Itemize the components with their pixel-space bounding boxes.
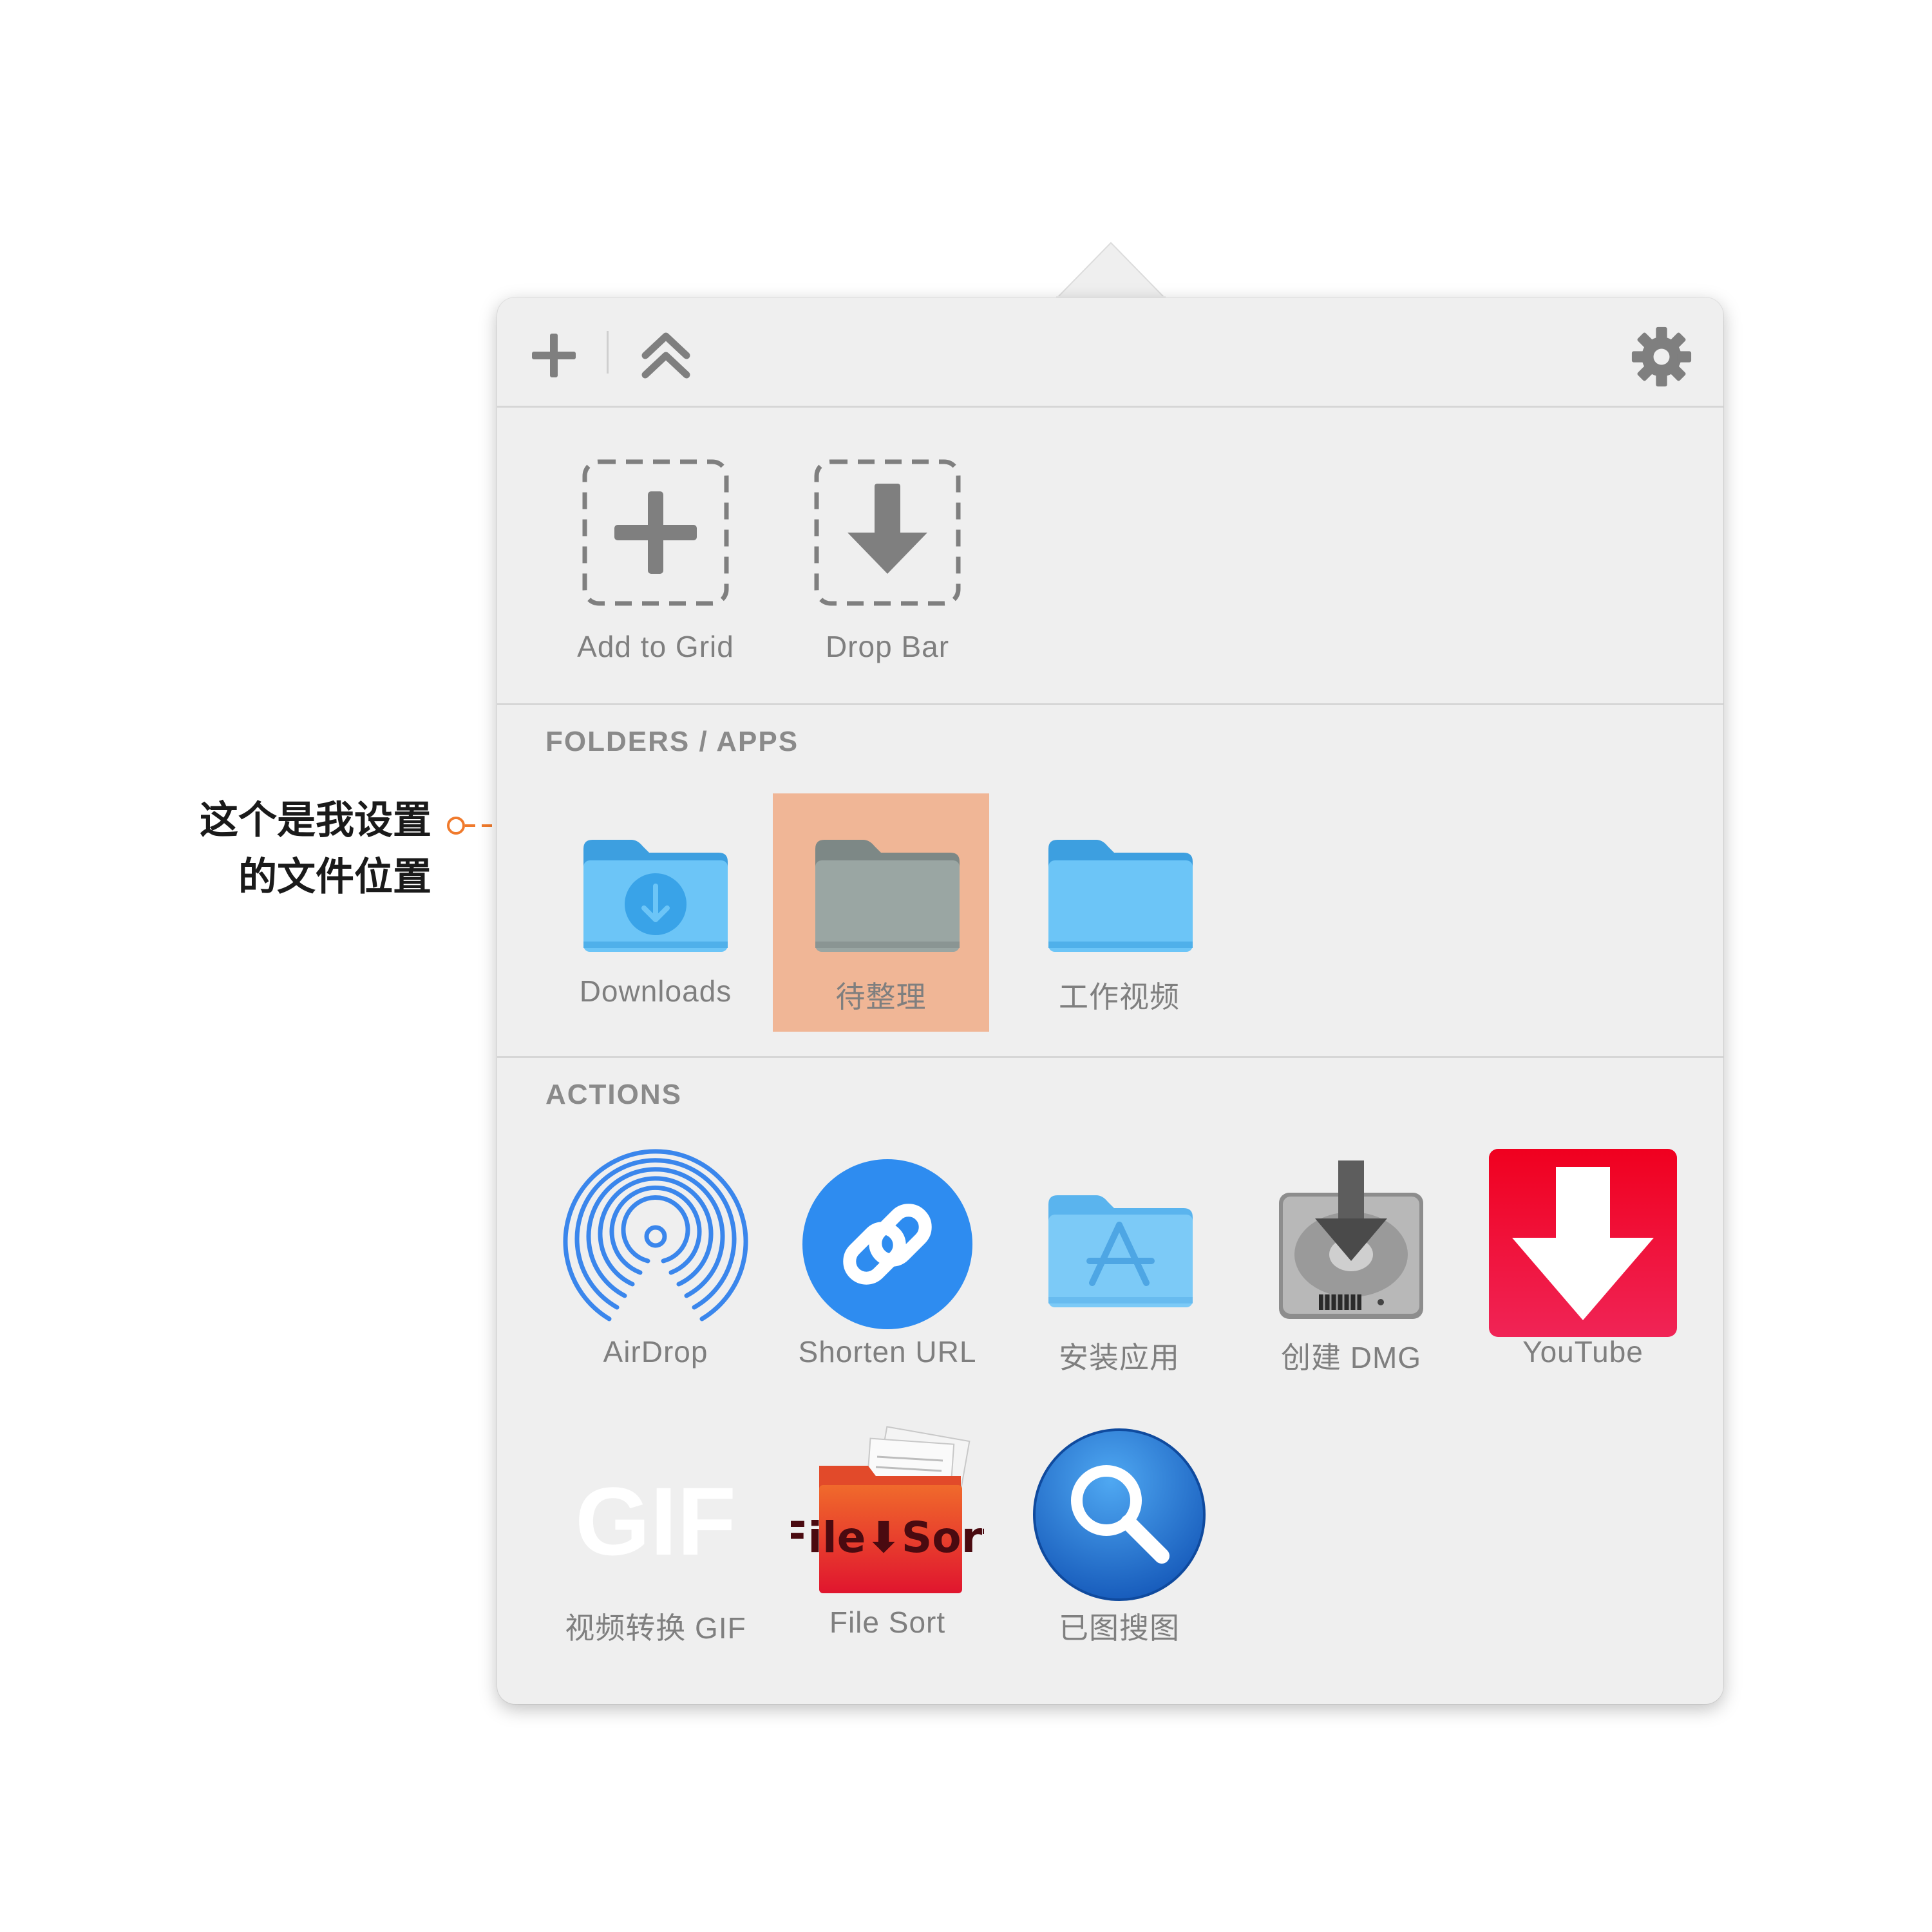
airdrop-tile[interactable]: AirDrop: [559, 1148, 752, 1379]
image-search-tile[interactable]: 已图搜图: [1023, 1418, 1216, 1650]
annotation-callout: 这个是我设置 的文件位置: [155, 792, 431, 905]
add-to-grid-label: Add to Grid: [577, 630, 734, 663]
gongzuoshipin-folder-label: 工作视频: [1059, 980, 1180, 1014]
toolbar: [497, 298, 1723, 407]
dashed-download-icon: [814, 459, 961, 606]
applications-folder-icon: [1048, 1195, 1193, 1307]
daizhengli-folder-label: 待整理: [835, 980, 927, 1014]
folders-section-title: FOLDERS / APPS: [545, 726, 799, 757]
double-chevron-up-icon[interactable]: [640, 330, 692, 381]
file-sort-icon: File⬇Sort: [791, 1426, 984, 1593]
magnifier-icon: [1033, 1428, 1206, 1601]
install-app-label: 安装应用: [1059, 1341, 1180, 1374]
image-search-label: 已图搜图: [1059, 1611, 1180, 1645]
disk-image-icon: [1279, 1160, 1423, 1319]
gongzuoshipin-folder-tile[interactable]: 工作视频: [1023, 792, 1216, 1024]
dashed-plus-icon: [582, 459, 729, 606]
folder-icon: [815, 840, 960, 952]
shorten-url-tile[interactable]: Shorten URL: [791, 1148, 984, 1379]
install-app-tile[interactable]: 安装应用: [1023, 1148, 1216, 1379]
create-dmg-tile[interactable]: 创建 DMG: [1255, 1148, 1448, 1379]
youtube-tile[interactable]: YouTube: [1486, 1148, 1680, 1379]
gif-icon: GIF: [575, 1467, 736, 1575]
section-separator-folders: [497, 703, 1723, 705]
popover-panel: Add to Grid Drop Bar FOLDERS / APPS Down…: [497, 298, 1723, 1704]
popover-arrow: [1056, 242, 1166, 299]
annotation-line-1: 这个是我设置: [200, 798, 431, 843]
drop-bar-tile[interactable]: Drop Bar: [791, 436, 984, 668]
annotation-line-2: 的文件位置: [238, 855, 431, 900]
section-separator-actions: [497, 1056, 1723, 1058]
actions-section-title: ACTIONS: [545, 1079, 682, 1110]
downloads-folder-tile[interactable]: Downloads: [559, 792, 752, 1024]
daizhengli-folder-tile[interactable]: 待整理: [784, 792, 978, 1024]
link-icon: [802, 1159, 972, 1329]
gear-icon[interactable]: [1631, 326, 1692, 388]
youtube-download-icon: [1489, 1149, 1677, 1337]
downloads-folder-label: Downloads: [579, 974, 732, 1008]
downloads-folder-icon: [583, 840, 728, 952]
add-to-grid-tile[interactable]: Add to Grid: [559, 436, 752, 668]
gif-icon-text: GIF: [575, 1467, 736, 1575]
toolbar-separator: [497, 406, 1723, 408]
airdrop-icon: [563, 1149, 748, 1321]
airdrop-label: AirDrop: [603, 1335, 708, 1368]
file-sort-tile[interactable]: File⬇Sort File Sort: [791, 1418, 984, 1650]
plus-icon[interactable]: [528, 330, 580, 381]
video-to-gif-tile[interactable]: GIF 视频转换 GIF: [559, 1418, 752, 1650]
file-sort-icon-text: File⬇Sort: [791, 1513, 984, 1562]
video-to-gif-label: 视频转换 GIF: [565, 1611, 746, 1645]
folder-icon: [1048, 840, 1193, 952]
shorten-url-label: Shorten URL: [798, 1335, 977, 1368]
drop-bar-label: Drop Bar: [825, 630, 950, 663]
toolbar-divider: [607, 331, 609, 374]
create-dmg-label: 创建 DMG: [1280, 1341, 1422, 1374]
youtube-label: YouTube: [1522, 1335, 1643, 1368]
file-sort-label: File Sort: [829, 1605, 946, 1639]
